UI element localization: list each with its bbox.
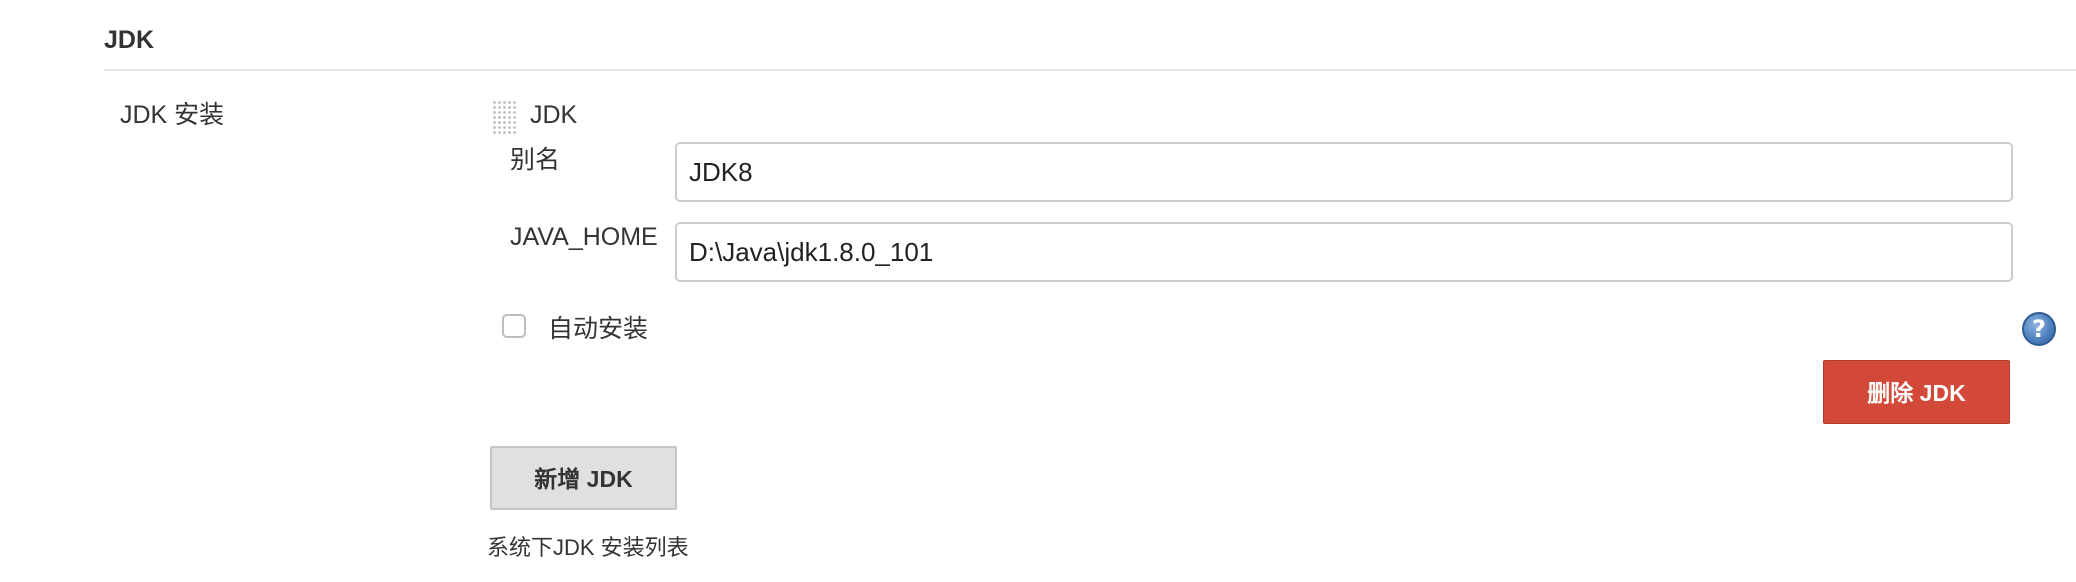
auto-install-label[interactable]: 自动安装 <box>548 309 648 345</box>
jdk-installations-label: JDK 安装 <box>120 101 225 129</box>
java-home-label: JAVA_HOME <box>510 223 658 251</box>
alias-label: 别名 <box>510 146 561 174</box>
drag-handle-icon[interactable] <box>492 100 516 134</box>
jdk-installations-description: 系统下JDK 安装列表 <box>487 535 689 560</box>
section-header: JDK <box>104 26 155 54</box>
delete-jdk-button[interactable]: 删除 JDK <box>1823 360 2010 424</box>
add-jdk-button[interactable]: 新增 JDK <box>490 446 677 510</box>
java-home-input[interactable] <box>675 222 2013 282</box>
alias-input[interactable] <box>675 142 2013 202</box>
section-divider <box>104 69 2076 71</box>
jdk-item-title: JDK <box>530 101 578 129</box>
auto-install-checkbox[interactable] <box>502 314 526 338</box>
help-icon[interactable]: ? <box>2022 312 2056 346</box>
